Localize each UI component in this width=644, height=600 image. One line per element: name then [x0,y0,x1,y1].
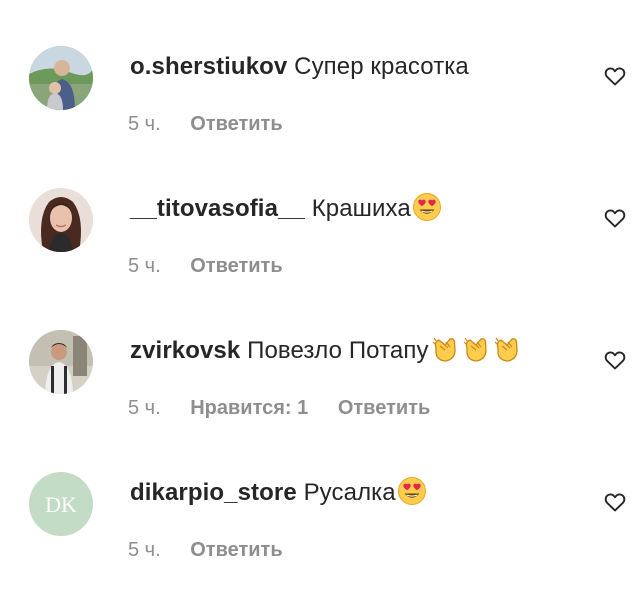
comment-text: Повезло Потапу [247,337,429,364]
comment-text-line: o.sherstiukov Супер красотка [130,50,469,84]
comment-item: o.sherstiukov Супер красотка 5 ч. Ответи… [0,0,644,142]
comment-username[interactable]: __titovasofia__ [130,195,305,222]
comment-username[interactable]: zvirkovsk [130,337,240,364]
reply-button[interactable]: Ответить [190,539,282,561]
profile-photo-icon [29,46,93,110]
comment-time[interactable]: 5 ч. [128,113,161,135]
comment-meta: 5 ч. Ответить [128,113,307,136]
comment-time[interactable]: 5 ч. [128,397,161,419]
reply-button[interactable]: Ответить [338,397,430,419]
comment-text: Крашиха [311,195,411,222]
comment-time[interactable]: 5 ч. [128,255,161,277]
profile-photo-icon [29,330,93,394]
avatar-logo-text: DK [45,492,77,517]
brand-logo-dk-icon: DK [29,472,93,536]
comment-text-line: dikarpio_store Русалка [130,476,427,510]
reply-button[interactable]: Ответить [190,255,282,277]
profile-photo-icon [29,188,93,252]
comment-text: Супер красотка [294,53,469,80]
comment-text: Русалка [303,479,396,506]
reply-button[interactable]: Ответить [190,113,282,135]
heart-outline-icon[interactable] [603,206,627,230]
comment-meta: 5 ч. Ответить [128,539,307,562]
clapping-hands-emoji-icon [492,334,522,364]
avatar[interactable] [29,46,93,110]
comment-username[interactable]: o.sherstiukov [130,53,287,80]
likes-count-button[interactable]: Нравится: 1 [190,397,308,419]
avatar[interactable] [29,188,93,252]
comment-text-line: __titovasofia__ Крашиха [130,192,442,226]
comment-item: DK dikarpio_store Русалка 5 ч. Ответить [0,426,644,568]
clapping-hands-emoji-icon [461,334,491,364]
heart-outline-icon[interactable] [603,490,627,514]
comment-meta: 5 ч. Ответить [128,255,307,278]
comment-username[interactable]: dikarpio_store [130,479,297,506]
comment-item: __titovasofia__ Крашиха 5 ч. Ответить [0,142,644,284]
comment-text-line: zvirkovsk Повезло Потапу [130,334,522,368]
heart-outline-icon[interactable] [603,348,627,372]
avatar[interactable] [29,330,93,394]
clapping-hands-emoji-icon [430,334,460,364]
avatar[interactable]: DK [29,472,93,536]
heart-outline-icon[interactable] [603,64,627,88]
comment-meta: 5 ч. Нравится: 1 Ответить [128,397,454,420]
heart-eyes-emoji-icon [397,476,427,506]
comment-time[interactable]: 5 ч. [128,539,161,561]
comment-item: zvirkovsk Повезло Потапу 5 ч. Нравится: … [0,284,644,426]
heart-eyes-emoji-icon [412,192,442,222]
